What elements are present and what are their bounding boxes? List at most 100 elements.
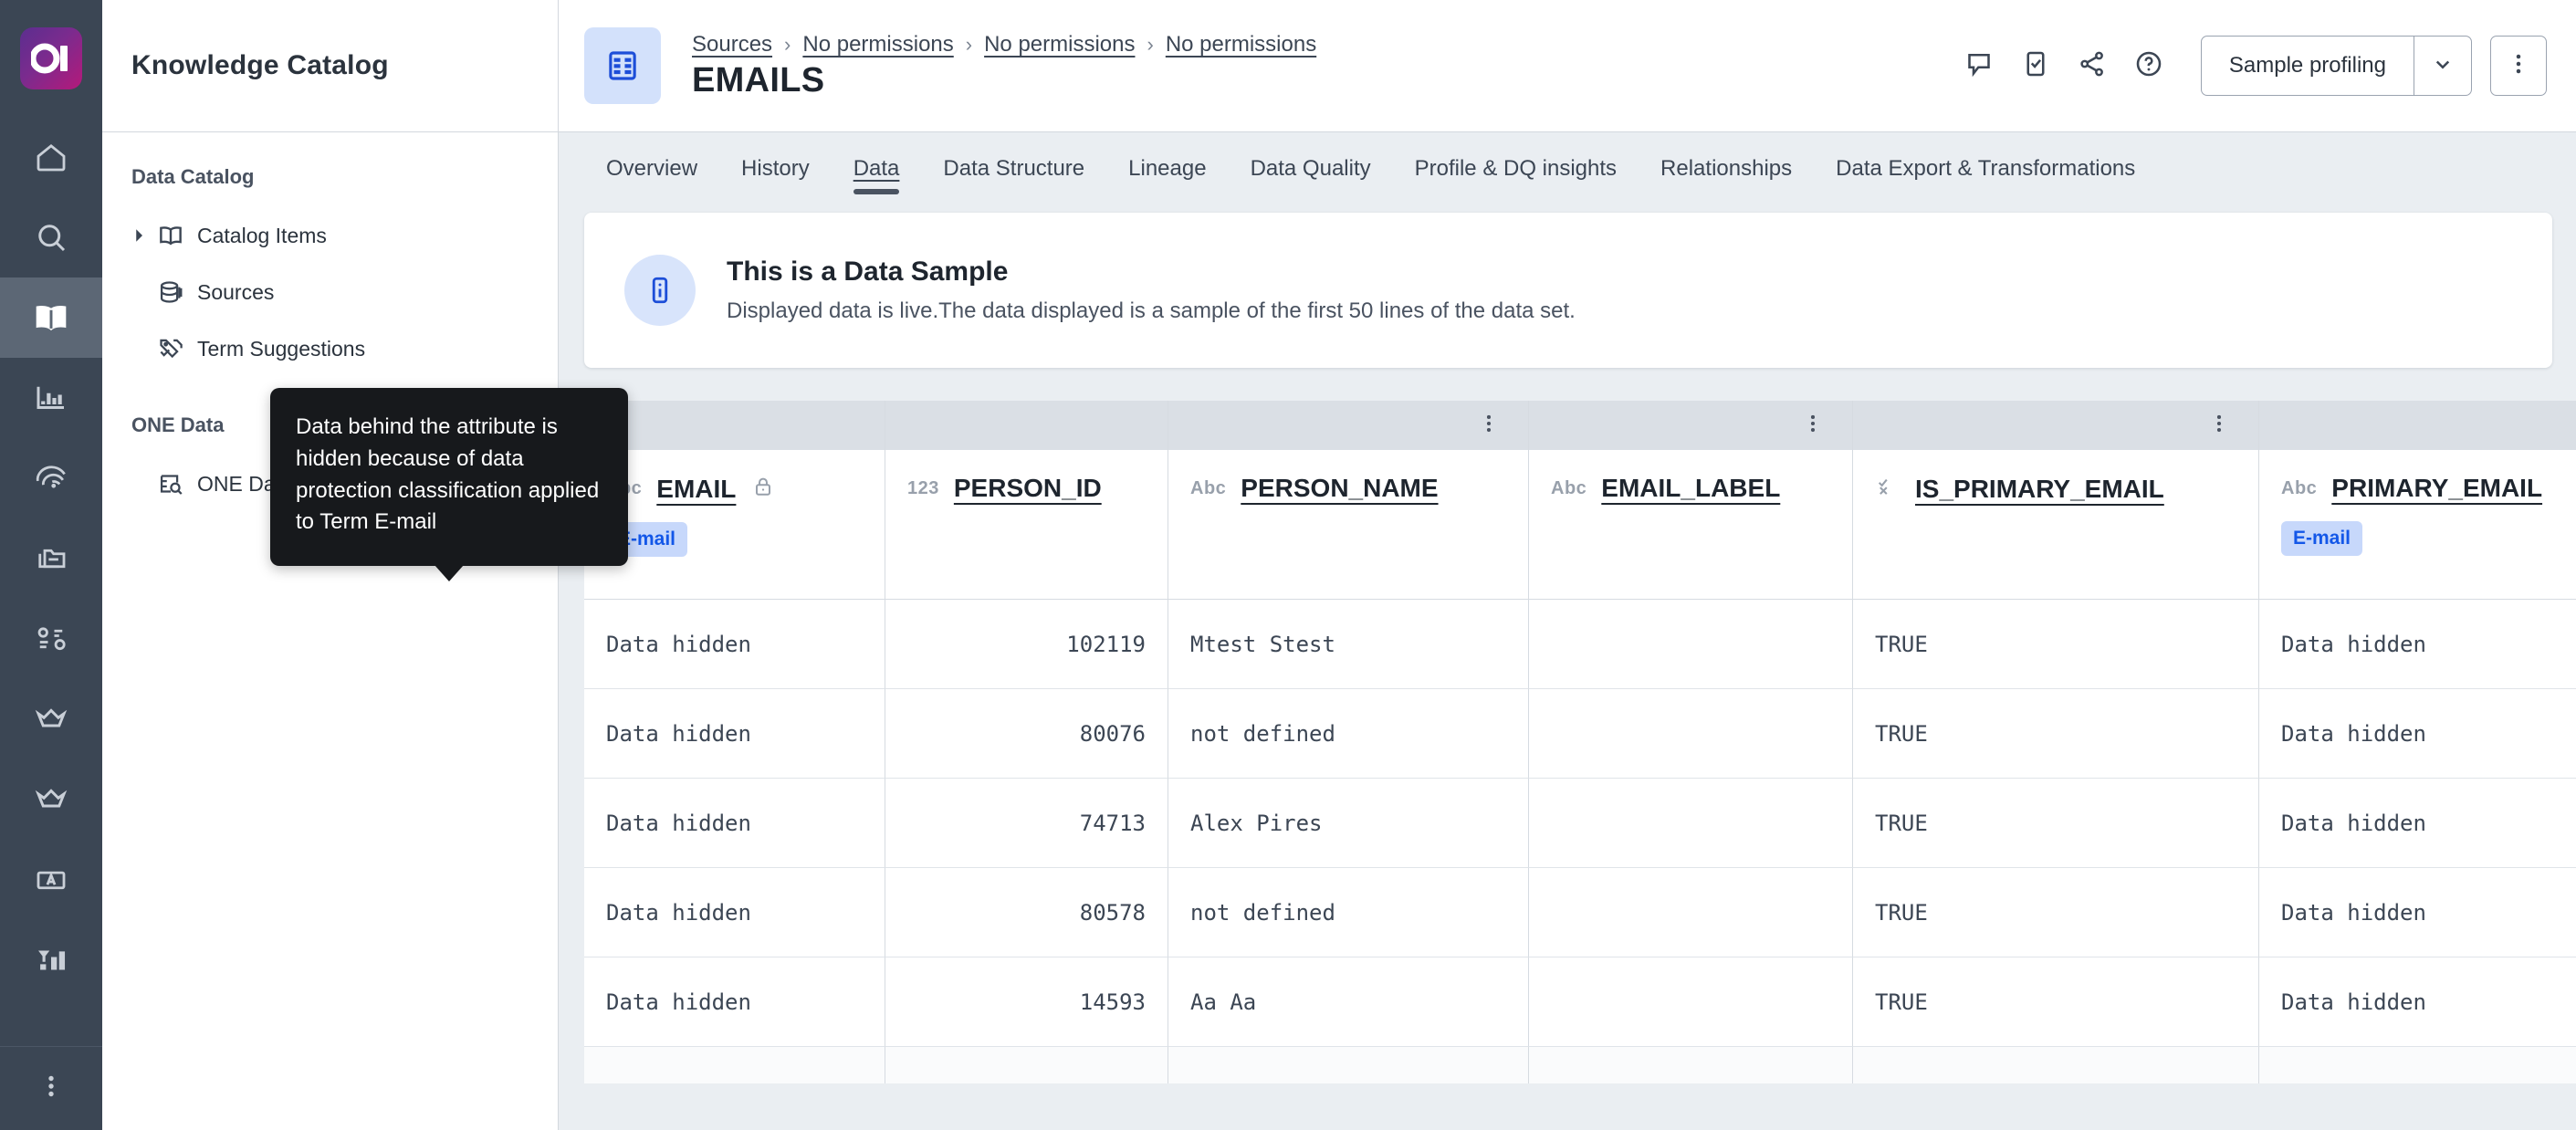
rail-item-insights[interactable] (0, 438, 102, 518)
column-name[interactable]: EMAIL_LABEL (1601, 474, 1780, 503)
task-button[interactable] (2007, 37, 2064, 94)
letter-a-box-icon (32, 861, 70, 899)
help-button[interactable] (2120, 37, 2177, 94)
table-row[interactable]: Data hidden 80076 not defined TRUE Data … (584, 689, 2576, 779)
cell-primary-email: Data hidden (2259, 689, 2576, 779)
tab-label: Overview (606, 156, 698, 181)
data-search-icon (155, 468, 197, 499)
table-row[interactable]: Data hidden 14593 Aa Aa TRUE Data hidden (584, 957, 2576, 1047)
comment-button[interactable] (1951, 37, 2007, 94)
breadcrumb-item-1[interactable]: No permissions (802, 32, 953, 58)
cell-person-name: Aa Aa (1168, 957, 1529, 1047)
icon-rail (0, 0, 102, 1130)
cell-primary-email: Data hidden (2259, 868, 2576, 957)
number-icon: 123 (907, 477, 939, 498)
abc-text-icon: Abc (1551, 477, 1587, 498)
tab-data-export-transformations[interactable]: Data Export & Transformations (1814, 156, 2157, 194)
cell-email: Data hidden (584, 600, 885, 689)
column-badge-primary-email[interactable]: E-mail (2281, 521, 2363, 556)
rail-item-analytics[interactable] (0, 920, 102, 1000)
column-menu-cell-email (584, 401, 885, 450)
breadcrumb: Sources › No permissions › No permission… (692, 32, 1951, 58)
table-row-partial[interactable] (584, 1047, 2576, 1083)
tab-data-structure[interactable]: Data Structure (921, 156, 1106, 194)
column-header-is-primary-email: IS_PRIMARY_EMAIL (1853, 450, 2259, 600)
share-button[interactable] (2064, 37, 2120, 94)
sample-profiling-split-button: Sample profiling (2200, 36, 2472, 96)
more-vertical-icon[interactable] (1801, 412, 1825, 440)
top-actions: Sample profiling (1951, 36, 2547, 96)
sidebar-item-sources[interactable]: Sources (102, 264, 558, 320)
rail-item-reports[interactable] (0, 358, 102, 438)
column-header-person-id: 123 PERSON_ID (885, 450, 1168, 600)
rail-item-search[interactable] (0, 197, 102, 277)
tab-overview[interactable]: Overview (584, 156, 719, 194)
page-overflow-button[interactable] (2490, 36, 2547, 96)
cell-person-name: Alex Pires (1168, 779, 1529, 868)
cell-email-label (1529, 689, 1853, 779)
column-header-email: Abc EMAIL E-mail (584, 450, 885, 600)
breadcrumb-separator: › (784, 32, 791, 56)
tab-lineage[interactable]: Lineage (1106, 156, 1228, 194)
chevron-right-icon[interactable] (131, 227, 155, 244)
tab-label: Lineage (1128, 156, 1207, 181)
breadcrumb-separator: › (1147, 32, 1154, 56)
cell-person-id: 102119 (885, 600, 1168, 689)
more-vertical-icon[interactable] (2207, 412, 2231, 440)
column-menu-cell-email-label[interactable] (1529, 401, 1853, 450)
lock-icon (750, 474, 776, 504)
rail-item-knowledge-catalog[interactable] (0, 277, 102, 358)
cell-email-label (1529, 779, 1853, 868)
sidebar-item-term-suggestions[interactable]: Term Suggestions (102, 320, 558, 377)
rail-item-quality[interactable] (0, 679, 102, 759)
boolean-icon (1875, 474, 1901, 504)
column-name[interactable]: PERSON_ID (954, 474, 1102, 503)
table-row[interactable]: Data hidden 74713 Alex Pires TRUE Data h… (584, 779, 2576, 868)
column-name[interactable]: PERSON_NAME (1241, 474, 1438, 503)
banner-heading: This is a Data Sample (727, 256, 1009, 287)
rail-item-workflow[interactable] (0, 599, 102, 679)
sample-profiling-dropdown-button[interactable] (2414, 37, 2471, 95)
column-menu-cell-is-primary-email[interactable] (1853, 401, 2259, 450)
abc-text-icon: Abc (2281, 477, 2318, 498)
tab-label: Data Structure (943, 156, 1085, 181)
column-name[interactable]: IS_PRIMARY_EMAIL (1915, 475, 2164, 504)
cell-primary-email: Data hidden (2259, 779, 2576, 868)
breadcrumb-item-2[interactable]: No permissions (984, 32, 1135, 58)
cell-email: Data hidden (584, 779, 885, 868)
one-logo[interactable] (20, 27, 82, 89)
cell-is-primary-email: TRUE (1853, 868, 2259, 957)
rail-more-button[interactable] (0, 1046, 102, 1130)
table-row[interactable]: Data hidden 80578 not defined TRUE Data … (584, 868, 2576, 957)
sidebar-item-catalog-items[interactable]: Catalog Items (102, 207, 558, 264)
app-root: Knowledge Catalog Data Catalog Catalog I… (0, 0, 2576, 1130)
table-icon (584, 27, 661, 104)
cell-person-name: Mtest Stest (1168, 600, 1529, 689)
rail-item-glossary[interactable] (0, 840, 102, 920)
tab-data-quality[interactable]: Data Quality (1229, 156, 1393, 194)
tab-relationships[interactable]: Relationships (1639, 156, 1814, 194)
column-menu-cell-person-name[interactable] (1168, 401, 1529, 450)
tab-history[interactable]: History (719, 156, 832, 194)
rail-item-quality-alt[interactable] (0, 759, 102, 840)
breadcrumb-item-0[interactable]: Sources (692, 32, 772, 58)
cell-person-name: not defined (1168, 689, 1529, 779)
table-row[interactable]: Data hidden 102119 Mtest Stest TRUE Data… (584, 600, 2576, 689)
more-vertical-icon (36, 1071, 67, 1106)
data-grid-wrapper[interactable]: Abc EMAIL E-mail 123 PERSON_ID (584, 401, 2576, 1083)
cell-person-name: not defined (1168, 868, 1529, 957)
tab-label: Data Export & Transformations (1836, 156, 2136, 181)
breadcrumb-item-3[interactable]: No permissions (1166, 32, 1316, 58)
more-vertical-icon[interactable] (1477, 412, 1501, 440)
rail-item-documents[interactable] (0, 518, 102, 599)
abc-text-icon: Abc (1190, 477, 1227, 498)
column-name[interactable]: EMAIL (656, 475, 736, 504)
rail-item-home[interactable] (0, 117, 102, 197)
cell-is-primary-email: TRUE (1853, 957, 2259, 1047)
tab-profile-dq-insights[interactable]: Profile & DQ insights (1393, 156, 1639, 194)
book-open-icon (155, 220, 197, 251)
sidebar-group-label-data-catalog: Data Catalog (131, 165, 255, 188)
sample-profiling-button[interactable]: Sample profiling (2202, 37, 2414, 95)
tab-data[interactable]: Data (832, 156, 922, 194)
column-name[interactable]: PRIMARY_EMAIL (2331, 474, 2542, 503)
